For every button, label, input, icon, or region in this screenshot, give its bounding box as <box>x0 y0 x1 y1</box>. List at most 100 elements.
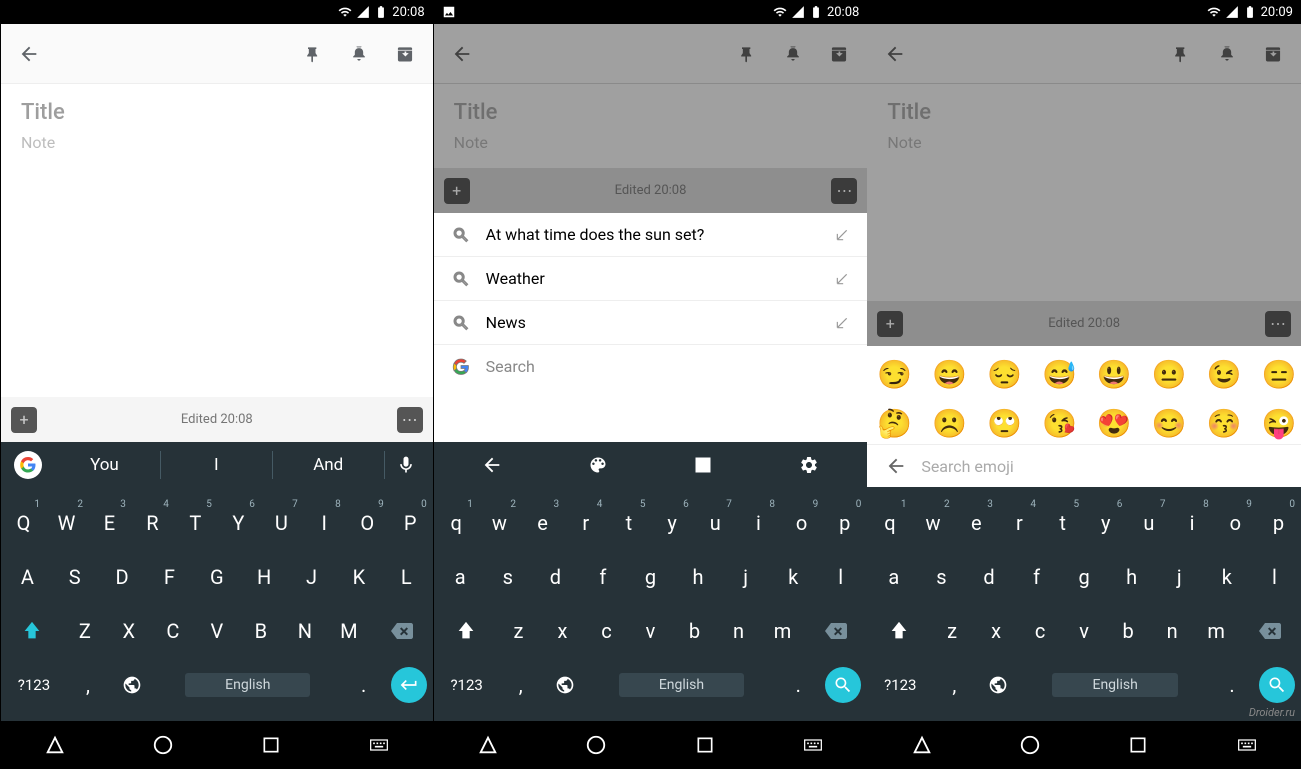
add-button[interactable]: + <box>11 407 37 433</box>
key-m[interactable]: m <box>761 607 803 655</box>
key-m[interactable]: m <box>328 607 370 655</box>
key-e[interactable]: e3 <box>956 499 997 547</box>
key-b[interactable]: b <box>1107 607 1149 655</box>
more-button[interactable]: ⋯ <box>1265 311 1291 337</box>
emoji[interactable]: 😊 <box>1152 407 1187 440</box>
key-s[interactable]: s <box>54 553 96 601</box>
key-s[interactable]: s <box>487 553 529 601</box>
key-k[interactable]: k <box>338 553 380 601</box>
key-y[interactable]: y6 <box>652 499 693 547</box>
pin-button[interactable] <box>295 36 331 72</box>
key-w[interactable]: w2 <box>479 499 520 547</box>
pin-button[interactable] <box>729 36 765 72</box>
insert-icon[interactable] <box>835 272 849 286</box>
key-v[interactable]: v <box>629 607 671 655</box>
emoji[interactable]: 😍 <box>1097 407 1132 440</box>
add-button[interactable]: + <box>877 311 903 337</box>
backspace-key[interactable] <box>372 607 431 655</box>
nav-back[interactable] <box>897 734 947 756</box>
key-j[interactable]: j <box>291 553 333 601</box>
google-button[interactable] <box>7 451 49 479</box>
emoji[interactable]: 😃 <box>1097 358 1132 391</box>
shift-key[interactable] <box>436 607 496 655</box>
key-a[interactable]: a <box>873 553 915 601</box>
nav-home[interactable] <box>1005 734 1055 756</box>
emoji[interactable]: 🤔 <box>877 407 912 440</box>
key-v[interactable]: v <box>1063 607 1105 655</box>
comma-key[interactable]: , <box>67 661 109 709</box>
emoji[interactable]: 😏 <box>877 358 912 391</box>
key-y[interactable]: y6 <box>1085 499 1126 547</box>
key-o[interactable]: o9 <box>781 499 822 547</box>
key-p[interactable]: p0 <box>1258 499 1299 547</box>
back-arrow-button[interactable] <box>471 454 513 476</box>
key-f[interactable]: f <box>148 553 190 601</box>
key-b[interactable]: b <box>240 607 282 655</box>
key-d[interactable]: d <box>968 553 1010 601</box>
nav-back[interactable] <box>463 734 513 756</box>
language-key[interactable] <box>977 661 1019 709</box>
period-key[interactable]: . <box>343 661 385 709</box>
emoji[interactable]: ☹️ <box>932 407 967 440</box>
key-a[interactable]: a <box>439 553 481 601</box>
mic-button[interactable] <box>385 455 427 475</box>
key-i[interactable]: i8 <box>304 499 345 547</box>
key-q[interactable]: q1 <box>869 499 910 547</box>
symbols-key[interactable]: ?123 <box>869 661 931 709</box>
key-h[interactable]: h <box>1111 553 1153 601</box>
key-k[interactable]: k <box>1206 553 1248 601</box>
shift-key[interactable] <box>869 607 929 655</box>
key-u[interactable]: u7 <box>261 499 302 547</box>
nav-recent[interactable] <box>680 735 730 755</box>
key-x[interactable]: x <box>541 607 583 655</box>
key-h[interactable]: h <box>243 553 285 601</box>
comma-key[interactable]: , <box>933 661 975 709</box>
reminder-button[interactable] <box>341 36 377 72</box>
note-content[interactable]: Title Note <box>1 84 433 397</box>
reminder-button[interactable] <box>775 36 811 72</box>
nav-home[interactable] <box>138 734 188 756</box>
key-q[interactable]: q1 <box>436 499 477 547</box>
back-button[interactable] <box>444 36 480 72</box>
archive-button[interactable] <box>387 36 423 72</box>
key-a[interactable]: a <box>6 553 48 601</box>
add-button[interactable]: + <box>444 178 470 204</box>
nav-recent[interactable] <box>1113 735 1163 755</box>
insert-icon[interactable] <box>835 228 849 242</box>
language-key[interactable] <box>111 661 153 709</box>
key-o[interactable]: o9 <box>1215 499 1256 547</box>
suggestion-row[interactable]: News <box>434 301 868 345</box>
archive-button[interactable] <box>1255 36 1291 72</box>
more-button[interactable]: ⋯ <box>831 178 857 204</box>
nav-ime[interactable] <box>1222 735 1272 755</box>
insert-icon[interactable] <box>835 316 849 330</box>
emoji[interactable]: 🙄 <box>987 407 1022 440</box>
suggestion-row[interactable]: At what time does the sun set? <box>434 213 868 257</box>
key-i[interactable]: i8 <box>738 499 779 547</box>
suggestion-1[interactable]: You <box>49 451 161 479</box>
emoji[interactable]: 😘 <box>1042 407 1077 440</box>
key-z[interactable]: z <box>931 607 973 655</box>
archive-button[interactable] <box>821 36 857 72</box>
key-n[interactable]: n <box>284 607 326 655</box>
key-l[interactable]: l <box>1253 553 1295 601</box>
key-e[interactable]: e3 <box>522 499 563 547</box>
backspace-key[interactable] <box>1239 607 1299 655</box>
key-g[interactable]: g <box>629 553 671 601</box>
space-key[interactable]: English <box>588 661 776 709</box>
key-t[interactable]: t5 <box>608 499 649 547</box>
emoji[interactable]: 😔 <box>987 358 1022 391</box>
emoji[interactable]: 😐 <box>1152 358 1187 391</box>
key-z[interactable]: z <box>64 607 106 655</box>
key-u[interactable]: u7 <box>695 499 736 547</box>
key-u[interactable]: u7 <box>1128 499 1169 547</box>
key-j[interactable]: j <box>1158 553 1200 601</box>
key-t[interactable]: t5 <box>1042 499 1083 547</box>
shift-key[interactable] <box>3 607 62 655</box>
key-f[interactable]: f <box>582 553 624 601</box>
key-z[interactable]: z <box>497 607 539 655</box>
key-r[interactable]: r4 <box>132 499 173 547</box>
search-input-row[interactable]: Search <box>434 345 868 388</box>
back-button[interactable] <box>877 36 913 72</box>
key-s[interactable]: s <box>920 553 962 601</box>
